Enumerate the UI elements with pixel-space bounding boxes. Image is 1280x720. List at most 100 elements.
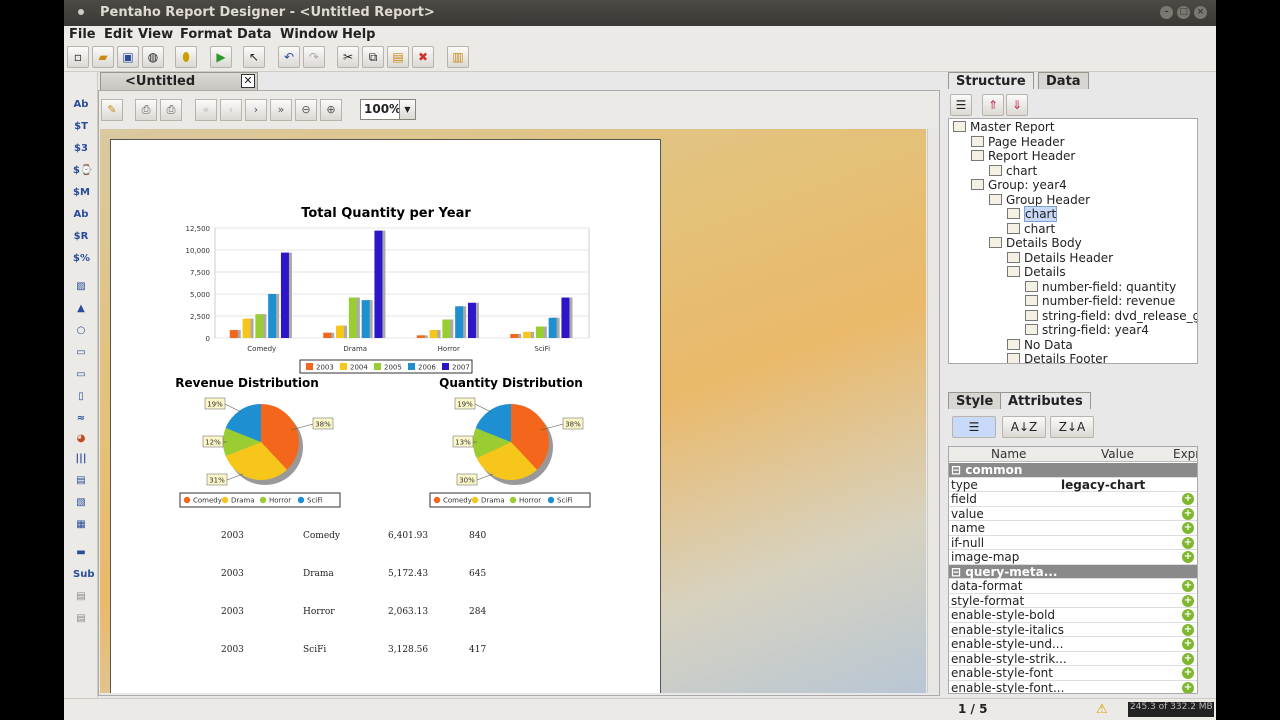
warning-icon[interactable]: ⚠ [1096, 702, 1108, 717]
attribute-row[interactable]: data-format + [949, 579, 1197, 594]
menu-view[interactable]: View [138, 27, 173, 42]
next-page-icon[interactable]: › [245, 99, 267, 121]
tree-node[interactable]: Page Header [971, 135, 1065, 149]
toc-icon[interactable]: ▤ [73, 590, 89, 604]
ellipse-icon[interactable]: ○ [73, 324, 89, 338]
tree-node[interactable]: Group Header [989, 193, 1090, 207]
menu-edit[interactable]: Edit [104, 27, 133, 42]
zoom-in-icon[interactable]: ⊕ [320, 99, 342, 121]
tree-node[interactable]: Master Report [953, 120, 1055, 134]
add-expression-icon[interactable]: + [1182, 580, 1194, 592]
tab-attributes[interactable]: Attributes [1000, 392, 1091, 409]
date-field-icon[interactable]: $⌚ [73, 164, 92, 178]
tree-node[interactable]: string-field: dvd_release_genre [1025, 309, 1197, 323]
edit-icon[interactable]: ✎ [101, 99, 123, 121]
tab-structure[interactable]: Structure [948, 72, 1034, 89]
survey-scale-icon[interactable]: ≈ [73, 412, 89, 426]
attribute-row[interactable]: if-null + [949, 536, 1197, 550]
tree-node[interactable]: number-field: quantity [1025, 280, 1176, 294]
memory-indicator[interactable]: 245.3 of 332.2 MB [1128, 702, 1214, 717]
minimize-icon[interactable]: – [1160, 6, 1173, 19]
delete-icon[interactable]: ✖ [412, 46, 434, 68]
preview-scrollbar[interactable] [927, 129, 939, 693]
save-icon[interactable]: ▣ [117, 46, 139, 68]
sparkline-icon[interactable]: ▧ [73, 496, 89, 510]
resource-label-icon[interactable]: Ab [73, 208, 89, 222]
menu-data[interactable]: Data [237, 27, 272, 42]
tree-node[interactable]: chart [1007, 206, 1058, 222]
image-icon[interactable]: ▲ [73, 302, 89, 316]
add-expression-icon[interactable]: + [1182, 507, 1194, 520]
tree-node[interactable]: Details [1007, 265, 1066, 279]
image-field-icon[interactable]: ▨ [73, 280, 89, 294]
attribute-row[interactable]: enable-style-und... + [949, 637, 1197, 652]
barcode-icon[interactable]: ||| [73, 452, 89, 466]
sub-band-icon[interactable]: ▬ [73, 546, 89, 560]
cut-icon[interactable]: ✂ [337, 46, 359, 68]
attribute-value[interactable]: legacy-chart [1061, 478, 1145, 492]
attribute-group[interactable]: ⊟ query-meta... [949, 564, 1197, 579]
run-icon[interactable]: ▶ [210, 46, 232, 68]
new-icon[interactable]: ▫ [67, 46, 89, 68]
attribute-row[interactable]: field + [949, 492, 1197, 507]
attribute-row[interactable]: type legacy-chart [949, 478, 1197, 492]
maximize-icon[interactable]: □ [1177, 6, 1190, 19]
sort-az-icon[interactable]: A↓Z [1002, 416, 1046, 438]
table-of-contents-icon[interactable]: ▦ [73, 518, 89, 532]
attribute-row[interactable]: enable-style-font + [949, 666, 1197, 681]
add-expression-icon[interactable]: + [1182, 522, 1194, 534]
tree-node[interactable]: number-field: revenue [1025, 294, 1175, 308]
print-setup-icon[interactable]: ⎙ [135, 99, 157, 121]
add-expression-icon[interactable]: + [1182, 536, 1194, 549]
attribute-row[interactable]: style-format + [949, 594, 1197, 608]
paste-icon[interactable]: ▤ [387, 46, 409, 68]
tab-untitled-report[interactable]: <Untitled Report> ✕ [100, 72, 258, 104]
add-expression-icon[interactable]: + [1182, 609, 1194, 621]
datasource-icon[interactable]: ⬮ [175, 46, 197, 68]
add-expression-icon[interactable]: + [1182, 667, 1194, 679]
tab-data[interactable]: Data [1038, 72, 1089, 89]
attribute-row[interactable]: enable-style-italics + [949, 623, 1197, 637]
tab-style[interactable]: Style [948, 392, 1002, 409]
attribute-row[interactable]: value + [949, 507, 1197, 521]
undo-icon[interactable]: ↶ [278, 46, 300, 68]
resource-field-icon[interactable]: $R [73, 230, 89, 244]
add-expression-icon[interactable]: + [1182, 493, 1194, 505]
add-expression-icon[interactable]: + [1182, 652, 1194, 665]
tree-node[interactable]: string-field: year4 [1025, 323, 1149, 337]
tree-node[interactable]: chart [1007, 222, 1055, 236]
add-expression-icon[interactable]: + [1182, 594, 1194, 607]
app-menu-icon[interactable] [78, 9, 84, 15]
open-icon[interactable]: ▰ [92, 46, 114, 68]
tree-node[interactable]: Group: year4 [971, 178, 1067, 192]
tree-node[interactable]: No Data [1007, 338, 1073, 352]
menu-help[interactable]: Help [342, 27, 375, 42]
rectangle-icon[interactable]: ▭ [73, 346, 89, 360]
add-expression-icon[interactable]: + [1182, 681, 1194, 693]
chevron-down-icon[interactable]: ▼ [399, 100, 415, 119]
add-expression-icon[interactable]: + [1182, 638, 1194, 650]
message-field-icon[interactable]: $M [73, 186, 90, 200]
menu-format[interactable]: Format [180, 27, 232, 42]
tree-node[interactable]: chart [989, 164, 1037, 178]
close-tab-icon[interactable]: ✕ [241, 74, 255, 88]
category-view-icon[interactable]: ☰ [952, 416, 996, 438]
resource-message-icon[interactable]: $% [73, 252, 90, 266]
chart-icon[interactable]: ◕ [73, 432, 89, 446]
add-expression-icon[interactable]: + [1182, 551, 1194, 563]
move-down-icon[interactable]: ⇓ [1006, 94, 1028, 116]
attribute-row[interactable]: enable-style-strik... + [949, 652, 1197, 666]
close-icon[interactable]: × [1194, 6, 1207, 19]
add-expression-icon[interactable]: + [1182, 623, 1194, 636]
export-icon[interactable]: ▥ [447, 46, 469, 68]
attribute-row[interactable]: name + [949, 521, 1197, 536]
horizontal-line-icon[interactable]: ▭ [73, 368, 89, 382]
prev-page-icon[interactable]: ‹ [220, 99, 242, 121]
index-icon[interactable]: ▤ [73, 612, 89, 626]
attribute-group[interactable]: ⊟ common [949, 463, 1197, 478]
sort-za-icon[interactable]: Z↓A [1050, 416, 1094, 438]
tree-node[interactable]: Details Header [1007, 251, 1113, 265]
publish-icon[interactable]: ◍ [142, 46, 164, 68]
structure-list-icon[interactable]: ☰ [950, 94, 972, 116]
text-field-icon[interactable]: $T [73, 120, 89, 134]
